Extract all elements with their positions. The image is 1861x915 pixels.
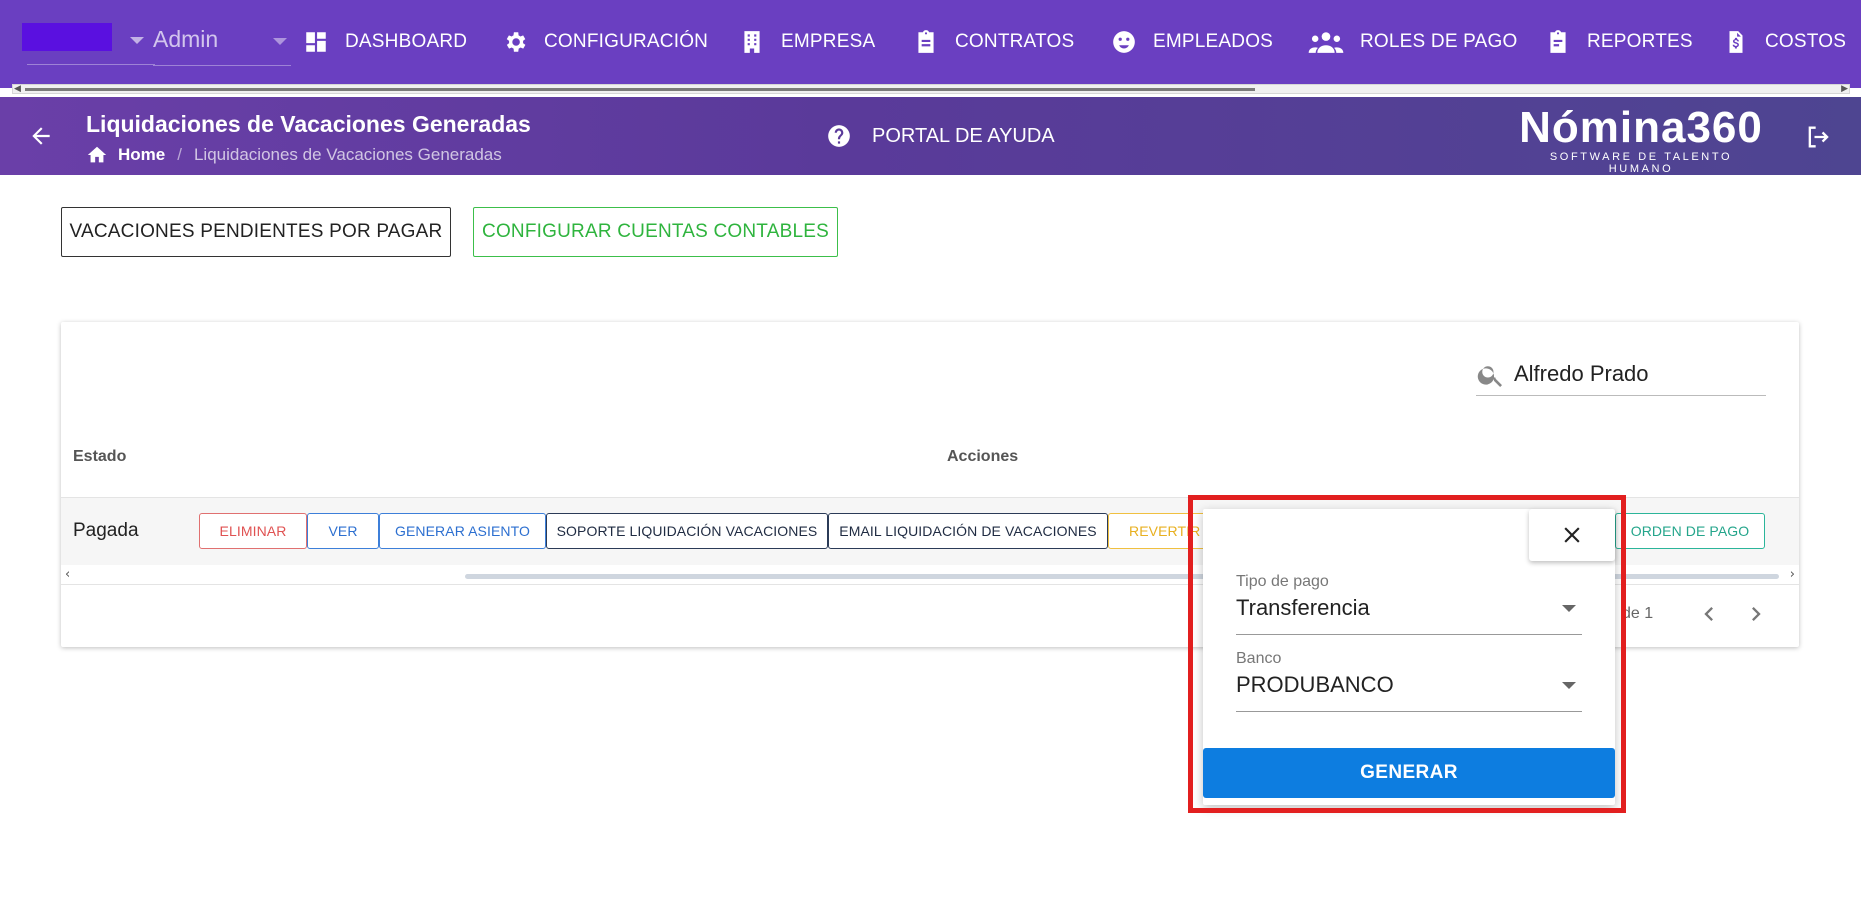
nav-configuracion[interactable]: CONFIGURACIÓN (502, 24, 708, 60)
user-role-label: Admin (153, 26, 219, 52)
nav-label: DASHBOARD (345, 31, 468, 52)
report-icon (1550, 30, 1566, 53)
nav-label: EMPLEADOS (1153, 31, 1274, 52)
brand-logo: Nómina360 SOFTWARE DE TALENTO HUMANO (1519, 103, 1763, 176)
configure-accounts-button[interactable]: CONFIGURAR CUENTAS CONTABLES (473, 207, 838, 257)
nav-empresa[interactable]: EMPRESA (739, 24, 875, 60)
nav-costos[interactable]: COSTOS (1723, 24, 1846, 60)
logout-button[interactable] (1804, 123, 1832, 156)
breadcrumb: Home / Liquidaciones de Vacaciones Gener… (86, 144, 502, 166)
help-portal-link[interactable]: PORTAL DE AYUDA (826, 123, 1055, 149)
nav-contratos[interactable]: CONTRATOS (913, 24, 1074, 60)
user-role-select[interactable]: Admin (153, 22, 291, 66)
arrow-left-icon (32, 127, 50, 145)
payment-order-button[interactable]: ORDEN DE PAGO (1615, 513, 1765, 549)
scroll-right-arrow-icon[interactable]: › (1790, 567, 1795, 582)
nav-roles-de-pago[interactable]: ROLES DE PAGO (1308, 24, 1517, 60)
highlight-box (1188, 495, 1626, 813)
help-label: PORTAL DE AYUDA (872, 124, 1055, 147)
gear-icon (506, 32, 526, 52)
breadcrumb-home-link[interactable]: Home (118, 145, 165, 165)
dashboard-icon (306, 32, 326, 52)
top-navbar: Admin DASHBOARD CONFIGURACIÓN EMPRESA CO… (0, 0, 1861, 88)
logo-tagline: SOFTWARE DE TALENTO HUMANO (1549, 151, 1733, 175)
page-title: Liquidaciones de Vacaciones Generadas (86, 111, 531, 137)
next-page-button[interactable] (1742, 600, 1770, 628)
pending-vacations-button[interactable]: VACACIONES PENDIENTES POR PAGAR (61, 207, 451, 257)
breadcrumb-current: Liquidaciones de Vacaciones Generadas (193, 145, 502, 164)
scroll-left-arrow-icon[interactable]: ◀ (14, 84, 21, 94)
cost-icon (1729, 31, 1743, 53)
company-selector-underline (27, 64, 155, 65)
search-input[interactable] (1514, 358, 1764, 390)
back-button[interactable] (28, 123, 54, 149)
scroll-right-arrow-icon[interactable]: ▶ (1841, 84, 1848, 94)
logo-text: Nómina360 (1519, 103, 1763, 152)
nav-empleados[interactable]: EMPLEADOS (1111, 24, 1273, 60)
email-liquidation-button[interactable]: EMAIL LIQUIDACIÓN DE VACACIONES (828, 513, 1108, 549)
previous-page-button[interactable] (1695, 600, 1723, 628)
search-icon (1477, 366, 1502, 387)
company-selector[interactable] (22, 23, 112, 51)
page-horizontal-scrollbar[interactable]: ◀ ▶ (12, 84, 1850, 94)
pagination-text: de 1 (1622, 605, 1654, 622)
group-icon (1308, 32, 1344, 53)
nav-dashboard[interactable]: DASHBOARD (303, 24, 467, 60)
nav-label: REPORTES (1587, 31, 1693, 52)
nav-label: EMPRESA (781, 31, 876, 52)
chevron-left-icon (1704, 607, 1713, 621)
status-cell: Pagada (73, 520, 139, 541)
nav-label: CONFIGURACIÓN (544, 31, 709, 52)
building-icon (744, 31, 760, 53)
home-icon[interactable] (86, 144, 108, 166)
generate-entry-button[interactable]: GENERAR ASIENTO (379, 513, 546, 549)
breadcrumb-separator: / (177, 145, 182, 164)
logout-icon (1808, 126, 1829, 148)
column-header-estado[interactable]: Estado (73, 448, 126, 466)
nav-label: COSTOS (1765, 31, 1847, 52)
page-header: Liquidaciones de Vacaciones Generadas Ho… (0, 97, 1861, 175)
nav-label: CONTRATOS (955, 31, 1075, 52)
scrollbar-thumb[interactable] (25, 88, 1255, 91)
chevron-down-icon[interactable] (130, 37, 144, 44)
chevron-down-icon (273, 38, 287, 45)
nav-label: ROLES DE PAGO (1360, 31, 1518, 52)
delete-button[interactable]: ELIMINAR (199, 513, 307, 549)
support-document-button[interactable]: SOPORTE LIQUIDACIÓN VACACIONES (546, 513, 828, 549)
face-icon (1113, 31, 1135, 53)
scroll-left-arrow-icon[interactable]: ‹ (65, 567, 70, 582)
clipboard-icon (918, 30, 934, 53)
help-icon (828, 125, 850, 147)
search-field[interactable] (1476, 354, 1766, 396)
view-button[interactable]: VER (307, 513, 379, 549)
nav-reportes[interactable]: REPORTES (1545, 24, 1693, 60)
chevron-right-icon (1752, 607, 1761, 621)
column-header-acciones: Acciones (947, 448, 1019, 465)
